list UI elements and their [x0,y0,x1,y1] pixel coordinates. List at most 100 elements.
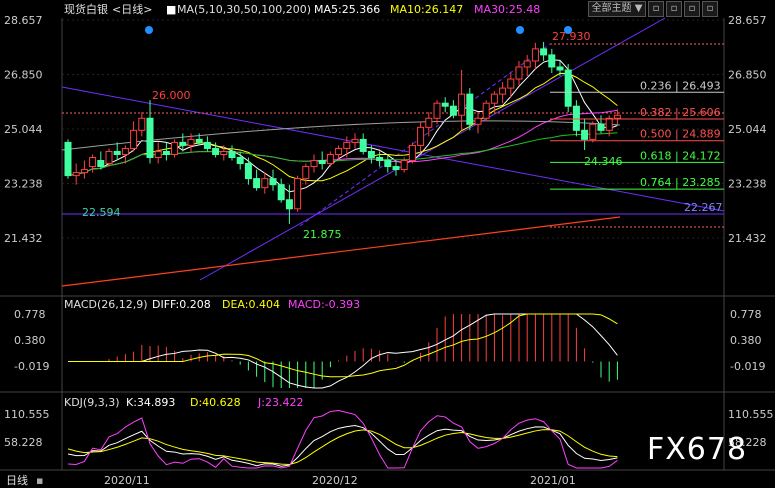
fib-label: 0.382 | 25.606 [640,106,721,119]
macd-tick-label: 0.380 [730,334,762,347]
candle [335,147,343,155]
candle [441,102,449,107]
candle [244,163,252,180]
candle [343,141,351,149]
candle [138,117,146,131]
macd-tick-label: 0.380 [14,334,46,347]
annotation-low-1: 22.594 [82,206,121,219]
fib-label: 0.764 | 23.285 [640,176,721,189]
annotation-trendline: 22.267 [684,201,723,214]
candle [490,93,498,104]
price-tick-label: 21.432 [728,232,767,245]
fib-trend-line [299,43,551,227]
candle [187,138,195,146]
macd-dea: DEA:0.404 [222,298,280,311]
candle [613,114,621,119]
price-tick-label: 25.044 [728,123,767,136]
price-tick-label: 23.238 [4,178,43,191]
candle [302,166,310,180]
candle [474,117,482,125]
candle [597,123,605,131]
candle [171,141,179,155]
kdj-label: KDJ(9,3,3) [64,396,120,409]
candle [400,160,408,171]
kdj-j: J:23.422 [258,396,304,409]
candle [253,178,261,189]
candle [146,117,154,158]
date-label: 2020/11 [104,474,150,487]
candle [269,178,277,186]
candle [105,150,113,165]
candle [540,48,548,56]
candle [277,184,285,201]
candle [367,150,375,158]
candle [564,69,572,107]
candle [417,126,425,146]
candle [449,105,457,116]
candle [326,153,334,165]
price-tick-label: 23.238 [728,178,767,191]
candle [499,87,507,95]
candle [285,199,293,210]
candle [392,166,400,171]
candle [433,102,441,119]
kdj-d: D:40.628 [190,396,241,409]
macd-label: MACD(26,12,9) [64,298,148,311]
candle [482,102,490,119]
annotation-low-2: 21.875 [303,228,342,241]
candle [236,156,244,165]
annotation-high-2: 27.930 [552,30,591,43]
candle [531,48,539,62]
candle [376,156,384,162]
price-tick-label: 28.657 [728,14,767,27]
macd-tick-label: -0.019 [14,360,49,373]
candle [408,144,416,162]
date-label: 2021/01 [530,474,576,487]
macd-tick-label: 0.778 [730,308,762,321]
price-tick-label: 21.432 [4,232,43,245]
annotation-low-3: 24.346 [584,155,623,168]
candle [130,129,138,149]
candle [425,117,433,128]
macd-diff: DIFF:0.208 [152,298,211,311]
footer-icon[interactable]: ▪ [36,474,43,487]
candle [195,138,203,143]
footer-period[interactable]: 日线 [6,474,28,487]
candle [113,150,121,155]
annotation-high-1: 26.000 [152,89,191,102]
fib-label: 0.236 | 26.493 [640,79,721,92]
candle [556,66,564,71]
candle [523,60,531,68]
kdj-k: K:34.893 [126,396,176,409]
watermark-logo: FX678 [647,432,748,467]
candlestick-chart[interactable]: 0.236 | 26.493 0.382 | 25.606 0.500 | 24.8… [0,0,775,488]
d-line [67,429,618,465]
trendline [61,86,725,212]
fib-label: 0.500 | 24.889 [640,128,721,141]
fib-label: 0.618 | 24.172 [640,149,721,162]
ma100-line [61,120,621,151]
candle [220,150,228,155]
candle [228,150,236,158]
date-label: 2020/12 [312,474,358,487]
candle [162,150,170,155]
kdj-tick-label: 110.555 [4,408,50,421]
candle [154,150,162,158]
candle [89,156,97,168]
macd-tick-label: -0.019 [730,360,765,373]
price-tick-label: 25.044 [4,123,43,136]
kdj-tick-label: 58.228 [4,436,43,449]
candle [359,138,367,152]
candle [310,160,318,168]
candle [97,160,105,168]
candle [548,54,556,68]
macd-macd: MACD:-0.393 [288,298,361,311]
candle [261,178,269,189]
kdj-tick-label: 110.555 [728,408,774,421]
candle [294,178,302,210]
candle [179,141,187,146]
price-tick-label: 26.850 [4,69,43,82]
candle [64,141,72,177]
candle [466,93,474,125]
candle [212,147,220,155]
